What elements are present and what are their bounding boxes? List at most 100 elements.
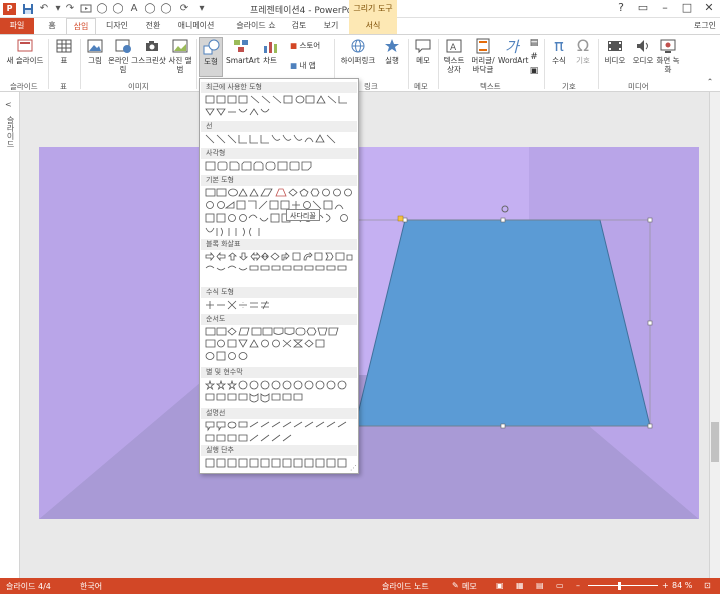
tab-review[interactable]: 검토 [286,18,312,34]
slide-thumbnail-pane: < 슬라이드 [0,92,20,578]
undo-icon[interactable]: ↶ [38,3,50,15]
rotate-quick-icon[interactable]: ⟳ [178,3,190,15]
text-small-icon-2[interactable]: # [528,53,540,62]
shapes-quick-icon[interactable]: ◯ [96,3,108,15]
tab-view[interactable]: 보기 [318,18,344,34]
tab-design[interactable]: 디자인 [100,18,134,34]
zoom-slider[interactable] [588,585,658,586]
text-small-icon-3[interactable]: ▣ [528,67,540,76]
block-arrows-grid[interactable] [205,251,355,276]
online-picture-button[interactable]: 온라인 그림 [108,37,138,74]
expand-thumbnails-icon[interactable]: < [5,100,12,109]
store-button[interactable]: ■ 스토어 [290,41,330,50]
title-bar: P ↶ ▾ ↷ ◯ ◯ A ◯ ◯ ⟳ ▾ 프레젠테이션4 - PowerPoi… [0,0,720,18]
normal-view-icon[interactable]: ▣ [496,581,504,590]
reading-view-icon[interactable]: ▤ [536,581,544,590]
zoom-percent[interactable]: 84 % [672,581,692,590]
rectangles-row[interactable] [205,161,355,171]
equation-shapes-row[interactable] [205,300,285,310]
wordart-button[interactable]: 가 WordArt [498,37,528,65]
tab-file[interactable]: 파일 [0,18,34,34]
equation-label: 수식 [552,56,566,65]
close-button[interactable]: ✕ [698,1,720,15]
zoom-slider-thumb[interactable] [618,582,621,590]
vertical-scrollbar[interactable] [709,92,720,578]
recent-shapes-row[interactable] [205,95,355,116]
slide-canvas[interactable] [39,147,699,519]
login-link[interactable]: 로그인 [694,20,716,31]
minimize-button[interactable]: – [654,1,676,15]
picture-button[interactable]: 그림 [84,37,106,65]
zoom-in-button[interactable]: + [662,581,669,590]
collapse-ribbon-icon[interactable]: ⌃ [704,77,716,86]
comments-icon[interactable]: ✎ [452,581,459,590]
flowchart-grid[interactable] [205,327,355,363]
tab-format[interactable]: 서식 [349,18,397,34]
resize-grip-icon[interactable]: ⋰ [350,464,357,472]
shapes-button[interactable]: 도형 [199,37,223,77]
slide-editor [21,92,709,578]
notes-button[interactable]: 슬라이드 노트 [382,581,429,592]
lines-row[interactable] [205,134,355,144]
chart-button[interactable]: 차트 [258,37,282,65]
customize-quick-access-icon[interactable]: ▾ [196,3,208,15]
language-indicator[interactable]: 한국어 [80,581,102,592]
symbol-button[interactable]: Ω 기호 [572,37,594,66]
photo-album-icon [171,37,189,55]
group-label-comments: 메모 [414,82,428,91]
shapes-quick-icon-2[interactable]: ◯ [112,3,124,15]
tab-insert[interactable]: 삽입 [66,18,96,35]
video-label: 비디오 [604,56,626,65]
header-footer-button[interactable]: 머리글/바닥글 [468,37,498,74]
slideshow-view-icon[interactable]: ▭ [556,581,564,590]
trapezoid-shape[interactable] [354,219,651,427]
help-button[interactable]: ? [610,1,632,15]
scrollbar-thumb[interactable] [711,422,719,462]
comments-button[interactable]: 메모 [462,581,477,592]
hyperlink-button[interactable]: 하이퍼링크 [338,37,378,65]
action-button[interactable]: 실행 [380,37,404,65]
new-slide-button[interactable]: 새 슬라이드 [4,37,46,65]
table-button[interactable]: 표 [52,37,76,65]
screenshot-button[interactable]: 스크린샷 [138,37,166,65]
audio-button[interactable]: 오디오 [630,37,656,65]
equation-button[interactable]: π 수식 [548,37,570,66]
video-button[interactable]: 비디오 [602,37,628,65]
adjust-handle[interactable] [397,215,404,222]
my-apps-button[interactable]: ■ 내 앱 [290,61,330,70]
group-separator [598,39,599,89]
chart-icon [261,37,279,55]
shape-ellipse-quick-icon[interactable]: ◯ [144,3,156,15]
tab-animations[interactable]: 애니메이션 [172,18,220,34]
comment-button[interactable]: 메모 [412,37,434,65]
textbox-button[interactable]: A 텍스트 상자 [440,37,468,74]
photo-album-button[interactable]: 사진 앨범 [166,37,194,74]
online-picture-label: 온라인 그림 [108,56,138,74]
category-action-buttons: 실행 단추 [201,445,357,456]
smartart-button[interactable]: SmartArt [226,37,260,65]
ribbon-display-options-button[interactable]: ▭ [632,1,654,15]
shape-ellipse-quick-icon-2[interactable]: ◯ [160,3,172,15]
tab-slideshow[interactable]: 슬라이드 쇼 [230,18,282,34]
dropdown-arrow-icon[interactable]: ▾ [52,3,64,15]
basic-shapes-grid[interactable] [205,188,355,238]
callouts-grid[interactable] [205,421,355,445]
tab-transitions[interactable]: 전환 [140,18,166,34]
tab-home[interactable]: 홈 [40,18,64,34]
maximize-button[interactable]: □ [676,1,698,15]
action-buttons-row[interactable] [205,458,355,468]
slide-sorter-icon[interactable]: ▦ [516,581,524,590]
text-quick-icon[interactable]: A [128,3,140,15]
redo-icon[interactable]: ↷ [64,3,76,15]
picture-label: 그림 [88,56,102,65]
stars-banners-grid[interactable] [204,379,355,404]
fit-to-window-icon[interactable]: ⊡ [704,581,711,590]
group-label-tables: 표 [60,82,67,91]
slideshow-start-icon[interactable] [80,3,92,15]
zoom-out-button[interactable]: – [576,581,580,590]
screen-recording-button[interactable]: 화면 녹화 [656,37,680,74]
speaker-icon [634,37,652,55]
group-label-slides: 슬라이드 [10,82,38,91]
save-icon[interactable] [22,3,34,15]
text-small-icon-1[interactable]: ▤ [528,39,540,48]
